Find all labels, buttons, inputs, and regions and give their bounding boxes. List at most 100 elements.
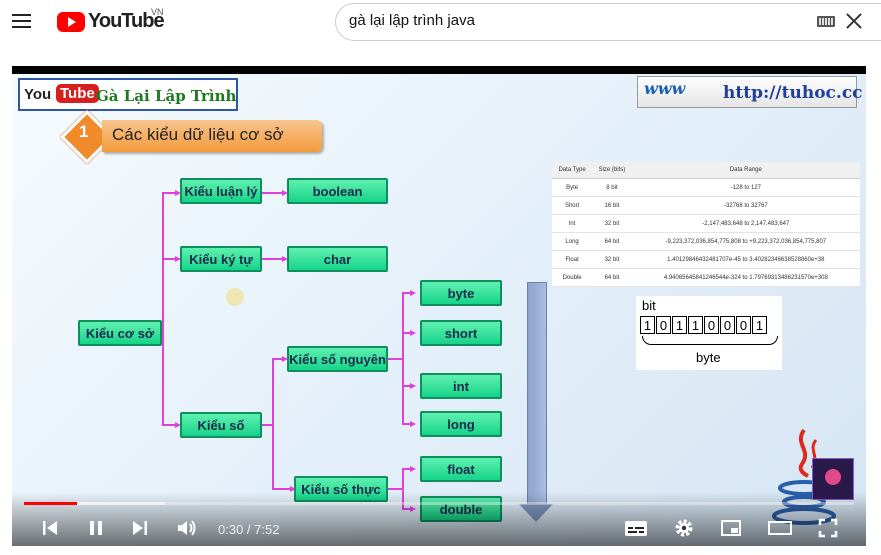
node-integer: Kiểu số nguyên <box>287 346 388 372</box>
node-boolean: boolean <box>287 178 388 204</box>
table-header-cell: Data Type <box>552 162 593 179</box>
bit-cell: 0 <box>704 316 719 334</box>
subtitles-icon[interactable] <box>624 518 648 538</box>
table-cell: 1.40129846432481707e-45 to 3.40282346638… <box>631 250 860 269</box>
node-short: short <box>420 320 502 346</box>
table-cell: 32 bit <box>592 250 632 269</box>
table-row: Double 64 bit 4.94065645841246544e-324 to … <box>552 268 860 287</box>
menu-icon[interactable] <box>12 14 31 28</box>
keyboard-icon[interactable] <box>817 16 835 27</box>
progress-bar[interactable] <box>24 502 854 505</box>
table-header-cell: Size (bits) <box>592 162 632 179</box>
connector <box>262 192 284 194</box>
connector <box>262 258 284 260</box>
table-cell: Byte <box>552 178 593 197</box>
search-input[interactable]: gà lại lập trình java <box>349 12 475 29</box>
arrow <box>410 383 416 389</box>
bit-cell: 1 <box>672 316 687 334</box>
progress-played <box>24 502 78 505</box>
connector <box>402 292 410 294</box>
connector <box>272 358 274 490</box>
table-cell: 64 bit <box>592 232 632 251</box>
youtube-badge-you: You <box>24 86 52 103</box>
table-row: Float 32 bit 1.40129846432481707e-45 to 3.… <box>552 250 860 269</box>
table-cell: 64 bit <box>592 268 632 287</box>
node-logic: Kiểu luận lý <box>180 178 262 204</box>
table-cell: -32768 to 32767 <box>631 196 860 215</box>
table-row: Long 64 bit -9,223,372,036,854,775,808 to … <box>552 232 860 251</box>
time-display: 0:30 / 7:52 <box>218 522 280 537</box>
bit-cells: 10110001 <box>640 316 768 334</box>
table-cell: -9,223,372,036,854,775,808 to +9,223,372… <box>631 232 860 251</box>
bit-cell: 1 <box>752 316 767 334</box>
video-frame: You Tube Gà Lại Lập Trình www http://tuh… <box>12 74 866 546</box>
connector <box>402 292 404 424</box>
table-cell: Int <box>552 214 593 233</box>
mouse-highlight <box>226 288 244 306</box>
theater-mode-icon[interactable] <box>768 518 792 538</box>
bit-cell: 1 <box>640 316 655 334</box>
section-number: 1 <box>79 122 89 141</box>
connector <box>402 423 410 425</box>
youtube-badge-tube: Tube <box>56 84 99 103</box>
table-cell: Double <box>552 268 593 287</box>
section-title: Các kiểu dữ liệu cơ sở <box>112 125 284 144</box>
data-range-table: Data Type Size (bits) Data Range Byte 8 bit… <box>552 162 860 287</box>
table-cell: 32 bit <box>592 214 632 233</box>
bit-cell: 0 <box>736 316 751 334</box>
channel-banner: You Tube Gà Lại Lập Trình <box>18 78 238 111</box>
byte-label: byte <box>696 350 721 365</box>
site-url: http://tuhoc.cc <box>723 83 863 103</box>
bit-diagram: bit 10110001 byte <box>636 296 782 370</box>
next-icon[interactable] <box>130 518 150 538</box>
table-row: Short 16 bit -32768 to 32767 <box>552 196 860 215</box>
node-root: Kiểu cơ sở <box>78 320 162 346</box>
node-char-type: Kiểu ký tự <box>180 246 262 272</box>
connector <box>272 488 292 490</box>
node-number: Kiểu số <box>180 412 262 438</box>
www-logo: www <box>644 79 686 98</box>
table-cell: 8 bit <box>592 178 632 197</box>
byte-brace <box>642 336 778 345</box>
connector <box>402 385 410 387</box>
node-int: int <box>420 373 502 399</box>
node-float: float <box>420 456 502 482</box>
arrow <box>410 330 416 336</box>
youtube-logo-icon[interactable] <box>57 12 85 32</box>
previous-icon[interactable] <box>40 518 60 538</box>
table-cell: Short <box>552 196 593 215</box>
table-cell: -128 to 127 <box>631 178 860 197</box>
pause-icon[interactable] <box>86 518 106 538</box>
bit-cell: 0 <box>656 316 671 334</box>
settings-gear-icon[interactable] <box>674 518 694 538</box>
arrow <box>410 290 416 296</box>
arrow <box>410 466 416 472</box>
arrow <box>410 421 416 427</box>
node-long: long <box>420 411 502 437</box>
clear-search-icon[interactable] <box>845 12 863 30</box>
table-header-cell: Data Range <box>631 162 860 179</box>
table-row: Byte 8 bit -128 to 127 <box>552 178 860 197</box>
connector <box>402 332 410 334</box>
video-player[interactable]: You Tube Gà Lại Lập Trình www http://tuh… <box>12 66 866 546</box>
table-cell: 16 bit <box>592 196 632 215</box>
channel-name: Gà Lại Lập Trình <box>96 87 237 105</box>
node-char: char <box>287 246 388 272</box>
connector <box>162 192 164 424</box>
table-row: Int 32 bit -2,147,483,648 to 2,147,483,647 <box>552 214 860 233</box>
bit-cell: 1 <box>688 316 703 334</box>
table-cell: 4.94065645841246544e-324 to 1.7976931348… <box>631 268 860 287</box>
connector <box>402 468 410 470</box>
bit-cell: 0 <box>720 316 735 334</box>
site-banner: www http://tuhoc.cc <box>637 76 863 108</box>
country-code: VN <box>151 7 164 17</box>
fullscreen-icon[interactable] <box>818 518 838 538</box>
miniplayer-icon[interactable] <box>720 518 742 538</box>
bit-label: bit <box>642 298 656 313</box>
table-cell: Long <box>552 232 593 251</box>
node-byte: byte <box>420 280 502 306</box>
size-arrow <box>527 282 547 506</box>
volume-icon[interactable] <box>176 518 198 538</box>
table-cell: -2,147,483,648 to 2,147,483,647 <box>631 214 860 233</box>
table-cell: Float <box>552 250 593 269</box>
